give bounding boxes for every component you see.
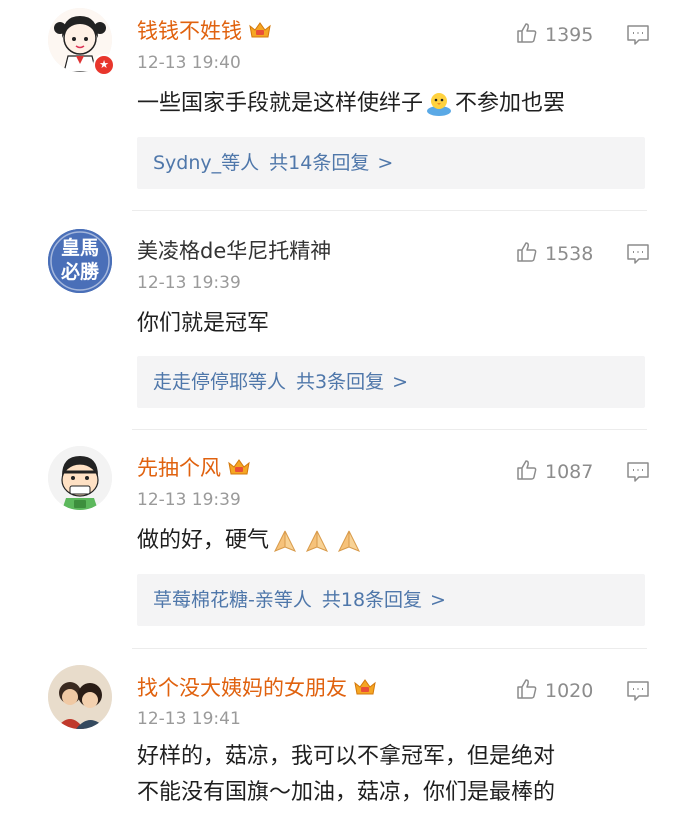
chevron-right-icon: > bbox=[377, 152, 394, 174]
comment-feed: ★ 钱钱不姓钱 12-13 19:40 1395 一些国家手段就是这样使绊子 不参… bbox=[0, 0, 677, 818]
username[interactable]: 钱钱不姓钱 bbox=[137, 17, 272, 45]
couple-photo-avatar-icon bbox=[48, 665, 112, 729]
username[interactable]: 找个没大姨妈的女朋友 bbox=[137, 674, 377, 702]
like-count: 1538 bbox=[545, 243, 594, 265]
reply-summary[interactable]: Sydny_等人 共14条回复 > bbox=[137, 137, 645, 189]
avatar-text-bottom: 必勝 bbox=[60, 261, 99, 283]
avatar-text-top: 皇馬 bbox=[60, 237, 99, 259]
reply-summary[interactable]: 草莓棉花糖-亲等人 共18条回复 > bbox=[137, 574, 645, 626]
comment-text: 你们就是冠军 bbox=[137, 311, 270, 336]
comment-icon[interactable] bbox=[626, 243, 650, 265]
crown-vip-icon bbox=[227, 457, 251, 477]
avatar[interactable]: 皇馬 必勝 bbox=[48, 229, 112, 293]
verified-badge-icon: ★ bbox=[93, 54, 115, 76]
thumbs-up-icon bbox=[517, 242, 537, 262]
reply-count[interactable]: 共14条回复 bbox=[269, 152, 369, 174]
username[interactable]: 美凌格de华尼托精神 bbox=[137, 237, 331, 265]
thumbs-up-icon bbox=[517, 679, 537, 699]
timestamp: 12-13 19:41 bbox=[137, 709, 241, 729]
reply-summary[interactable]: 走走停停耶等人 共3条回复 > bbox=[137, 356, 645, 408]
pray-hands-emoji bbox=[270, 527, 300, 555]
like-count: 1087 bbox=[545, 461, 594, 483]
avatar[interactable] bbox=[48, 665, 112, 729]
reply-count[interactable]: 共3条回复 bbox=[296, 371, 384, 393]
cartoon-boy-avatar-icon bbox=[48, 446, 112, 510]
thumbs-up-icon bbox=[517, 23, 537, 43]
reply-names[interactable]: 草莓棉花糖-亲等人 bbox=[153, 589, 312, 611]
like-button[interactable]: 1395 bbox=[515, 21, 593, 48]
thumbs-up-icon bbox=[517, 460, 537, 480]
comment-item: 先抽个风 12-13 19:39 1087 做的好，硬气 草莓棉花糖-亲等人 共1… bbox=[0, 430, 677, 648]
pray-hands-emoji bbox=[334, 527, 364, 555]
chicken-emoji bbox=[424, 90, 454, 118]
avatar[interactable] bbox=[48, 446, 112, 510]
timestamp: 12-13 19:40 bbox=[137, 53, 241, 73]
like-count: 1395 bbox=[545, 24, 594, 46]
comment-icon[interactable] bbox=[626, 24, 650, 46]
comment-text: 好样的，菇凉，我可以不拿冠军，但是绝对 不能没有国旗～加油，菇凉，你们是最棒的 bbox=[137, 744, 556, 805]
like-button[interactable]: 1087 bbox=[515, 458, 593, 485]
chevron-right-icon: > bbox=[430, 589, 446, 611]
like-button[interactable]: 1020 bbox=[515, 677, 593, 704]
pray-hands-emoji bbox=[302, 527, 332, 555]
like-button[interactable]: 1538 bbox=[515, 240, 593, 267]
crown-vip-icon bbox=[353, 677, 377, 697]
like-count: 1020 bbox=[545, 680, 594, 702]
timestamp: 12-13 19:39 bbox=[137, 273, 241, 293]
comment-icon[interactable] bbox=[626, 680, 650, 702]
chevron-right-icon: > bbox=[392, 371, 409, 393]
comment-item: 找个没大姨妈的女朋友 12-13 19:41 1020 好样的，菇凉，我可以不拿… bbox=[0, 649, 677, 818]
reply-count[interactable]: 共18条回复 bbox=[322, 589, 422, 611]
reply-names[interactable]: 走走停停耶等人 bbox=[153, 371, 286, 393]
comment-text: 一些国家手段就是这样使绊子 不参加也罢 bbox=[137, 90, 566, 118]
timestamp: 12-13 19:39 bbox=[137, 490, 241, 510]
comment-item: 皇馬 必勝 美凌格de华尼托精神 12-13 19:39 1538 你们就是冠军… bbox=[0, 211, 677, 429]
username[interactable]: 先抽个风 bbox=[137, 454, 251, 482]
comment-text: 做的好，硬气 bbox=[137, 523, 657, 559]
comment-icon[interactable] bbox=[626, 461, 650, 483]
comment-item: ★ 钱钱不姓钱 12-13 19:40 1395 一些国家手段就是这样使绊子 不参… bbox=[0, 0, 677, 210]
reply-names[interactable]: Sydny_等人 bbox=[153, 152, 259, 174]
crown-vip-icon bbox=[248, 20, 272, 40]
